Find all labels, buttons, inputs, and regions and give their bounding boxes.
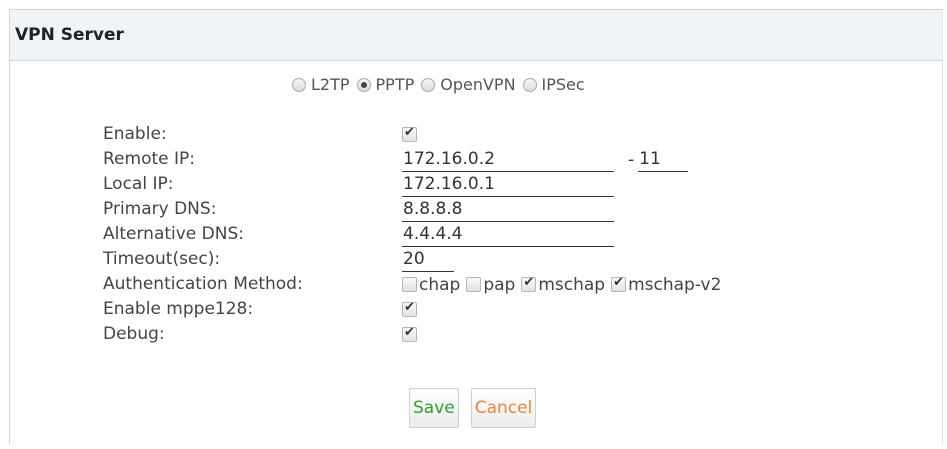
cancel-button[interactable]: Cancel [470,388,537,428]
primary-dns-label: Primary DNS: [103,199,217,219]
auth-option-label: chap [419,274,461,295]
remote-ip-end-field[interactable] [638,147,689,172]
protocol-selector: L2TP PPTP OpenVPN IPSec [292,75,592,94]
mschap-v2-checkbox[interactable] [611,275,627,292]
remote-ip-start-field[interactable] [402,147,614,172]
local-ip-label: Local IP: [103,174,174,194]
form-actions: Save Cancel [409,388,548,428]
auth-option-label: pap [483,274,516,295]
alternative-dns-field[interactable] [402,222,614,247]
mschap-checkbox[interactable] [521,275,537,292]
enable-label: Enable: [103,124,167,144]
radio-ipsec[interactable] [522,77,537,92]
radio-openvpn[interactable] [421,77,436,92]
form-labels: Enable: Remote IP: Local IP: Primary DNS… [103,122,303,347]
primary-dns-field[interactable] [402,197,614,222]
range-dash: - [628,149,635,170]
auth-option-label: mschap [538,274,606,295]
auth-option-label: mschap-v2 [628,274,722,295]
remote-ip-label: Remote IP: [103,149,195,169]
auth-option-pap[interactable]: pap [466,275,515,295]
radio-pptp[interactable] [356,77,371,92]
page-title: VPN Server [15,25,124,45]
mppe128-checkbox[interactable] [402,300,417,317]
debug-label: Debug: [103,324,165,344]
protocol-label: OpenVPN [440,75,516,94]
panel-header: VPN Server [10,9,942,61]
timeout-field[interactable] [402,247,454,272]
timeout-label: Timeout(sec): [103,249,221,269]
protocol-option-pptp[interactable]: PPTP [356,75,415,94]
radio-l2tp[interactable] [292,77,306,92]
auth-option-mschap[interactable]: mschap [521,275,605,295]
auth-method-label: Authentication Method: [103,274,303,294]
protocol-label: IPSec [541,75,585,94]
form-fields: - chap pap mschap mschap-v2 [402,122,727,347]
protocol-option-openvpn[interactable]: OpenVPN [421,75,516,94]
debug-checkbox[interactable] [402,325,417,342]
local-ip-field[interactable] [402,172,614,197]
chap-checkbox[interactable] [402,277,417,292]
protocol-label: L2TP [311,75,350,94]
enable-checkbox[interactable] [402,125,417,142]
auth-option-chap[interactable]: chap [402,275,460,295]
protocol-option-l2tp[interactable]: L2TP [292,75,350,94]
protocol-label: PPTP [375,75,415,94]
alternative-dns-label: Alternative DNS: [103,224,244,244]
auth-option-mschap-v2[interactable]: mschap-v2 [611,275,721,295]
save-button[interactable]: Save [409,388,459,428]
protocol-option-ipsec[interactable]: IPSec [522,75,585,94]
auth-method-options: chap pap mschap mschap-v2 [402,272,727,297]
pap-checkbox[interactable] [466,277,482,292]
mppe128-label: Enable mppe128: [103,299,254,319]
